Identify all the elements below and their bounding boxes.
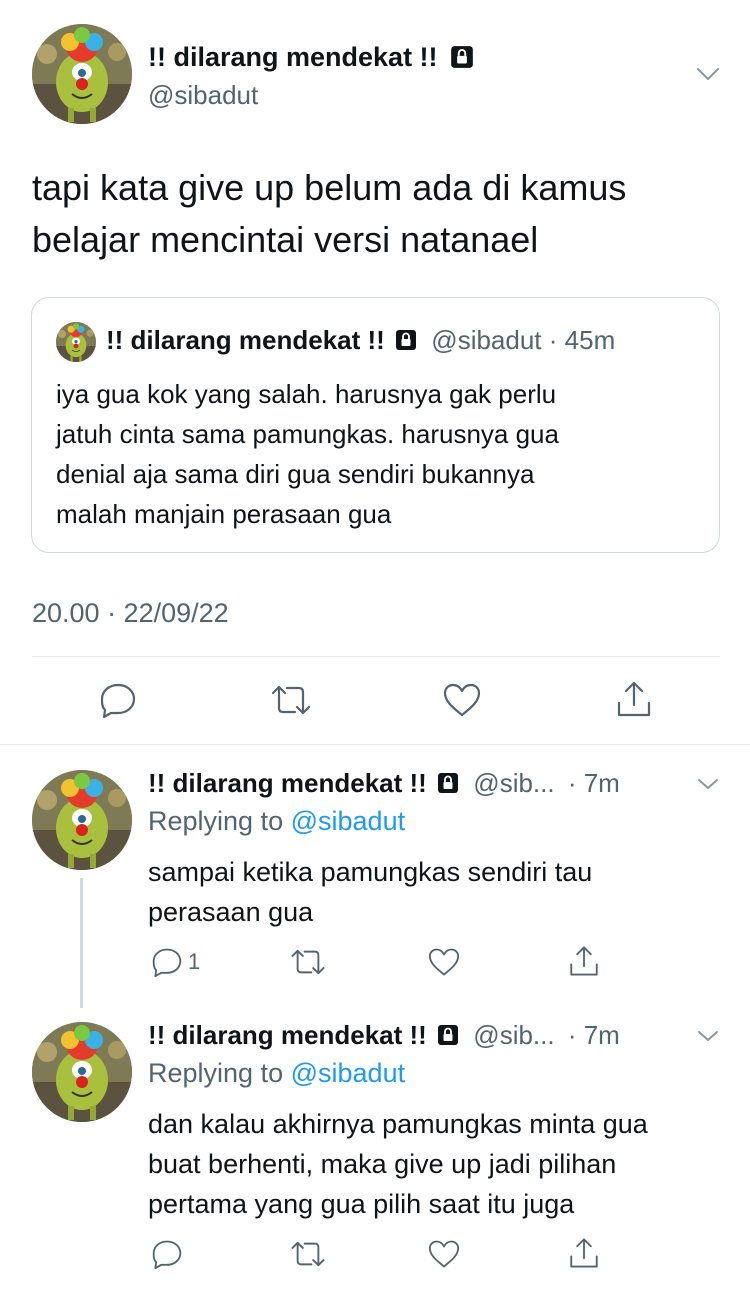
reply-text-line: buat berhenti, maka give up jadi pilihan	[148, 1149, 617, 1179]
quoted-text-line: iya gua kok yang salah. harusnya gak per…	[56, 379, 557, 409]
retweet-icon	[291, 949, 325, 975]
avatar[interactable]	[32, 24, 132, 124]
heart-icon	[428, 1240, 460, 1268]
replying-to-handle[interactable]: @sibadut	[291, 1058, 405, 1088]
reply-icon	[152, 1240, 182, 1269]
like-button[interactable]	[426, 944, 462, 980]
reply-icon	[152, 948, 182, 977]
reply-avatar[interactable]	[32, 1022, 132, 1122]
lock-icon	[436, 771, 460, 795]
quoted-text-line: denial aja sama diri gua sendiri bukanny…	[56, 459, 535, 489]
share-icon	[570, 946, 598, 976]
reply-text: sampai ketika pamungkas sendiri tau pera…	[148, 852, 592, 932]
tweet-text: tapi kata give up belum ada di kamus bel…	[32, 162, 626, 266]
replying-to: Replying to @sibadut	[148, 806, 405, 837]
retweet-button[interactable]	[288, 1236, 328, 1272]
reply-icon	[100, 683, 136, 718]
tweet-text-line: tapi kata give up belum ada di kamus	[32, 167, 627, 208]
reply-button[interactable]	[150, 1236, 190, 1272]
quoted-text-line: jatuh cinta sama pamungkas. harusnya gua	[56, 419, 559, 449]
quoted-avatar	[56, 322, 96, 362]
replying-to-handle[interactable]: @sibadut	[291, 806, 405, 836]
quoted-header: !! dilarang mendekat !! @sibadut · 45m	[106, 325, 615, 356]
retweet-icon	[271, 685, 311, 715]
more-options-button[interactable]	[692, 772, 724, 796]
reply-text-line: dan kalau akhirnya pamungkas minta gua	[148, 1109, 648, 1139]
share-button[interactable]	[566, 942, 602, 980]
lock-icon	[449, 44, 475, 70]
chevron-down-icon	[697, 68, 719, 80]
reply-header: !! dilarang mendekat !! @sib... · 7m	[148, 768, 620, 799]
like-button[interactable]	[440, 680, 484, 720]
chevron-down-icon	[698, 1031, 718, 1041]
reply-text-line: pertama yang gua pilih saat itu juga	[148, 1189, 575, 1219]
like-button[interactable]	[426, 1236, 462, 1272]
more-options-button[interactable]	[692, 60, 724, 88]
lock-icon	[394, 328, 418, 352]
share-button[interactable]	[612, 678, 656, 720]
replying-to-label: Replying to	[148, 806, 284, 836]
retweet-button[interactable]	[288, 944, 328, 980]
reply-avatar[interactable]	[32, 770, 132, 870]
lock-icon	[436, 1023, 460, 1047]
replying-to: Replying to @sibadut	[148, 1058, 405, 1089]
quoted-text-line: malah manjain perasaan gua	[56, 499, 392, 529]
reply-display-name[interactable]: !! dilarang mendekat !!	[148, 1020, 427, 1050]
thread-line	[80, 878, 83, 1008]
reply-text: dan kalau akhirnya pamungkas minta gua b…	[148, 1104, 648, 1224]
reply-handle[interactable]: @sib...	[473, 1020, 554, 1050]
reply-button[interactable]	[96, 680, 140, 720]
quoted-text: iya gua kok yang salah. harusnya gak per…	[56, 374, 559, 534]
reply-display-name[interactable]: !! dilarang mendekat !!	[148, 768, 427, 798]
author-handle[interactable]: @sibadut	[148, 80, 258, 111]
reply-header: !! dilarang mendekat !! @sib... · 7m	[148, 1020, 620, 1051]
replying-to-label: Replying to	[148, 1058, 284, 1088]
quoted-tweet[interactable]: !! dilarang mendekat !! @sibadut · 45m i…	[31, 297, 720, 553]
quoted-display-name: !! dilarang mendekat !!	[106, 325, 385, 355]
chevron-down-icon	[698, 779, 718, 789]
share-icon	[570, 1238, 598, 1268]
quoted-handle: @sibadut	[431, 325, 542, 355]
author-name[interactable]: !! dilarang mendekat !!	[148, 42, 475, 73]
tweet-text-line: belajar mencintai versi natanael	[32, 219, 539, 260]
avatar-image	[32, 1022, 132, 1122]
reply-text-line: sampai ketika pamungkas sendiri tau	[148, 857, 593, 887]
retweet-button[interactable]	[268, 680, 314, 720]
reply-handle[interactable]: @sib...	[473, 768, 554, 798]
quoted-time: · 45m	[548, 325, 616, 355]
share-button[interactable]	[566, 1234, 602, 1272]
share-icon	[617, 681, 651, 717]
heart-icon	[428, 948, 460, 976]
divider	[0, 744, 750, 745]
avatar-image	[32, 24, 132, 124]
divider	[32, 656, 720, 657]
reply-button[interactable]: 1	[150, 944, 210, 980]
reply-time[interactable]: · 7m	[568, 1020, 620, 1050]
more-options-button[interactable]	[692, 1024, 724, 1048]
reply-text-line: perasaan gua	[148, 897, 314, 927]
display-name: !! dilarang mendekat !!	[148, 42, 438, 72]
tweet-timestamp[interactable]: 20.00 · 22/09/22	[32, 598, 229, 629]
retweet-icon	[291, 1241, 325, 1267]
avatar-image	[32, 770, 132, 870]
heart-icon	[443, 683, 481, 717]
reply-count: 1	[188, 949, 201, 974]
reply-time[interactable]: · 7m	[568, 768, 620, 798]
avatar-image	[56, 322, 96, 362]
